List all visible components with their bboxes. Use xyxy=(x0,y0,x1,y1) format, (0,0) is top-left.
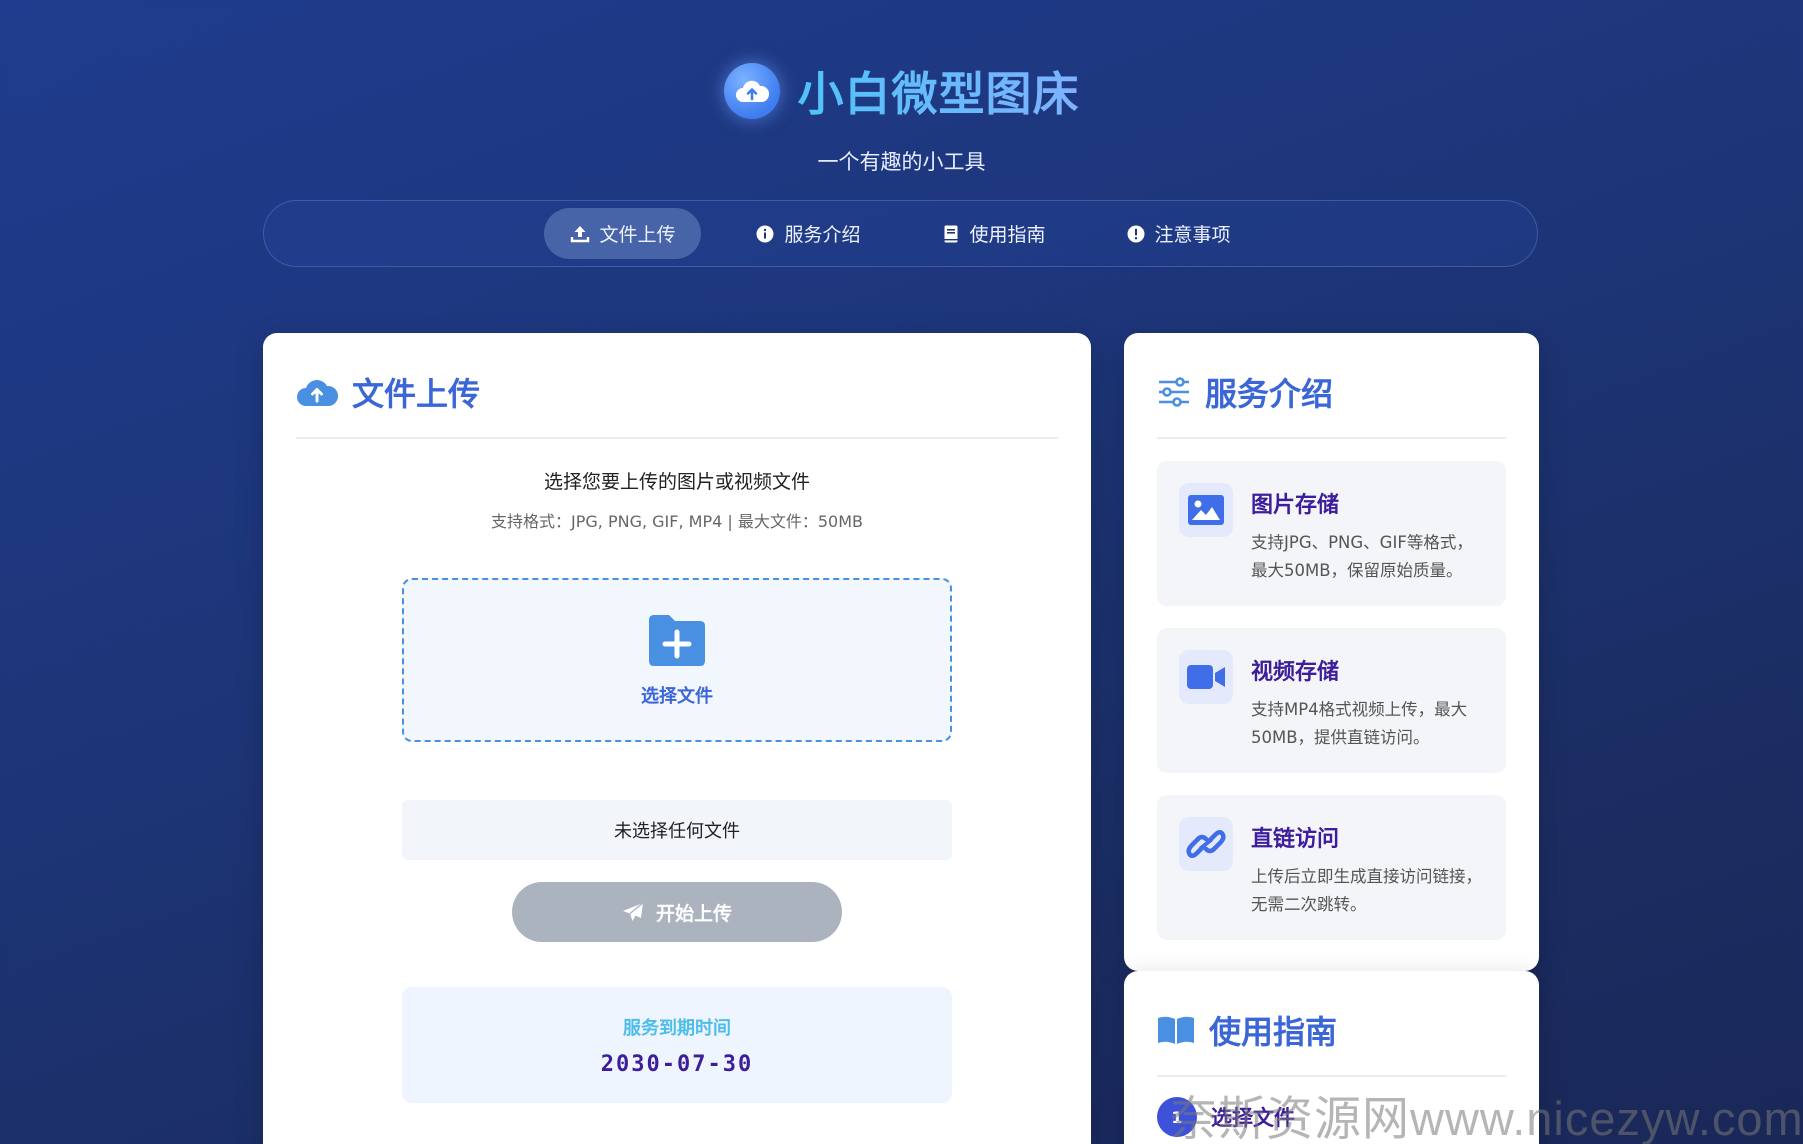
expiry-box: 服务到期时间 2030-07-30 xyxy=(402,987,952,1103)
nav-tab-service[interactable]: 服务介绍 xyxy=(729,208,886,259)
upload-card: 文件上传 选择您要上传的图片或视频文件 支持格式：JPG, PNG, GIF, … xyxy=(263,333,1091,1144)
main-nav: 文件上传 服务介绍 使用指南 注意事项 xyxy=(263,200,1538,267)
feature-image-storage: 图片存储 支持JPG、PNG、GIF等格式，最大50MB，保留原始质量。 xyxy=(1157,461,1506,606)
start-upload-button[interactable]: 开始上传 xyxy=(512,882,842,942)
site-title: 小白微型图床 xyxy=(798,58,1080,124)
upload-formats: 支持格式：JPG, PNG, GIF, MP4 | 最大文件：50MB xyxy=(491,512,863,531)
guide-card-title: 使用指南 xyxy=(1209,1013,1338,1051)
sliders-icon xyxy=(1159,377,1189,407)
select-file-label: 选择文件 xyxy=(641,686,713,707)
start-upload-label: 开始上传 xyxy=(655,902,732,925)
file-dropzone[interactable]: 选择文件 xyxy=(402,578,952,742)
watermark-text: 奈斯资源网www.nicezyw.com xyxy=(1170,1092,1803,1144)
feature-title: 视频存储 xyxy=(1251,660,1340,685)
service-card-title: 服务介绍 xyxy=(1205,375,1334,413)
expiry-date: 2030-07-30 xyxy=(600,1051,754,1077)
upload-card-title: 文件上传 xyxy=(352,375,481,413)
exclamation-icon xyxy=(1127,225,1145,242)
image-icon xyxy=(1179,483,1233,537)
nav-tab-label: 使用指南 xyxy=(969,224,1046,246)
expiry-label: 服务到期时间 xyxy=(623,1017,731,1039)
upload-description: 选择您要上传的图片或视频文件 xyxy=(543,471,810,493)
upload-icon xyxy=(571,225,590,242)
link-icon xyxy=(1179,817,1233,871)
feature-title: 图片存储 xyxy=(1251,493,1340,518)
service-card: 服务介绍 图片存储 支持JPG、PNG、GIF等格式，最大50MB，保留原始质量… xyxy=(1124,333,1539,971)
feature-text: 支持MP4格式视频上传，最大50MB，提供直链访问。 xyxy=(1251,700,1468,747)
nav-tab-label: 注意事项 xyxy=(1154,224,1231,246)
guide-card-header: 使用指南 xyxy=(1157,971,1506,1077)
feature-text: 上传后立即生成直接访问链接，无需二次跳转。 xyxy=(1251,867,1482,914)
video-icon xyxy=(1179,650,1233,704)
feature-video-storage: 视频存储 支持MP4格式视频上传，最大50MB，提供直链访问。 xyxy=(1157,628,1506,773)
feature-title: 直链访问 xyxy=(1251,827,1340,852)
nav-tab-notice[interactable]: 注意事项 xyxy=(1100,208,1257,259)
nav-tab-label: 服务介绍 xyxy=(784,224,861,246)
info-icon xyxy=(756,225,774,242)
folder-plus-icon xyxy=(649,615,705,666)
paper-plane-icon xyxy=(622,902,644,921)
service-card-header: 服务介绍 xyxy=(1157,333,1506,439)
book-icon xyxy=(944,225,957,242)
cloud-upload-icon xyxy=(723,63,780,119)
nav-tab-label: 文件上传 xyxy=(599,224,676,246)
nav-tab-guide[interactable]: 使用指南 xyxy=(915,208,1072,259)
cloud-upload-icon xyxy=(297,380,338,406)
brand: 小白微型图床 xyxy=(0,58,1803,124)
feature-direct-link: 直链访问 上传后立即生成直接访问链接，无需二次跳转。 xyxy=(1157,795,1506,940)
feature-text: 支持JPG、PNG、GIF等格式，最大50MB，保留原始质量。 xyxy=(1251,533,1473,580)
upload-card-header: 文件上传 xyxy=(296,333,1058,439)
open-book-icon xyxy=(1158,1016,1194,1044)
site-subtitle: 一个有趣的小工具 xyxy=(817,150,986,174)
file-status-text: 未选择任何文件 xyxy=(402,800,952,860)
nav-tab-upload[interactable]: 文件上传 xyxy=(544,208,702,259)
